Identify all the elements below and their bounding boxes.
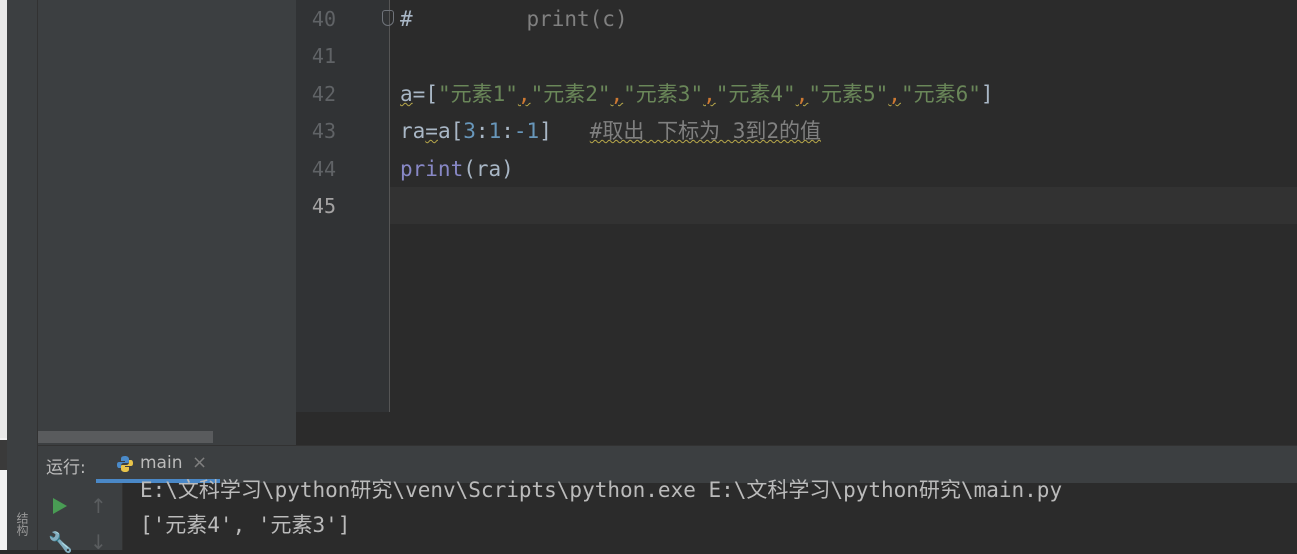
code-line-40: # print(c) bbox=[400, 7, 628, 31]
separator: , bbox=[703, 82, 716, 106]
close-bracket: ] bbox=[980, 82, 994, 106]
slice-stop: 1 bbox=[488, 119, 502, 143]
variable-a: a bbox=[400, 82, 413, 106]
slice-start: 3 bbox=[463, 119, 476, 143]
structure-tool-label[interactable]: 结构 bbox=[14, 512, 29, 536]
list-item-string: "元素3" bbox=[623, 82, 704, 106]
run-panel-label: 运行: bbox=[46, 458, 86, 478]
current-line-highlight bbox=[390, 187, 1297, 224]
editor-bottom-area bbox=[296, 412, 1297, 445]
print-args: (ra) bbox=[463, 157, 514, 181]
slice-colon: : bbox=[501, 119, 514, 143]
close-bracket: ] bbox=[539, 119, 552, 143]
variable-a: a bbox=[437, 119, 451, 143]
python-icon bbox=[117, 456, 133, 472]
close-icon[interactable]: × bbox=[192, 452, 207, 473]
slice-colon: : bbox=[475, 119, 489, 143]
separator: , bbox=[795, 82, 809, 106]
separator: , bbox=[610, 82, 624, 106]
open-bracket: [ bbox=[450, 119, 464, 143]
list-item-string: "元素2" bbox=[530, 82, 611, 106]
list-item-string: "元素5" bbox=[808, 82, 889, 106]
variable-ra: ra bbox=[400, 119, 426, 143]
project-horizontal-scrollbar[interactable] bbox=[38, 431, 213, 443]
line-number: 44 bbox=[311, 157, 336, 181]
separator: , bbox=[888, 82, 901, 106]
comment-hash: # bbox=[400, 7, 413, 31]
assign-operator: = bbox=[412, 82, 426, 106]
code-comment: #取出 下标为 3到2的值 bbox=[589, 119, 821, 143]
code-line-44: print(ra) bbox=[400, 157, 514, 181]
tool-window-bar bbox=[7, 0, 38, 550]
code-line-43: ra=a[3:1:-1] #取出 下标为 3到2的值 bbox=[400, 119, 821, 143]
slice-step: -1 bbox=[513, 119, 540, 143]
project-panel bbox=[38, 0, 296, 445]
code-line-42: a=["元素1","元素2","元素3","元素4","元素5","元素6"] bbox=[400, 82, 994, 106]
line-number: 43 bbox=[311, 119, 336, 143]
open-bracket: [ bbox=[425, 82, 438, 106]
down-arrow-icon[interactable]: ↓ bbox=[90, 530, 107, 554]
list-item-string: "元素4" bbox=[715, 82, 796, 106]
list-item-string: "元素6" bbox=[900, 82, 981, 106]
left-window-edge-mark bbox=[0, 440, 7, 470]
line-number: 42 bbox=[311, 82, 336, 106]
fold-marker-icon[interactable] bbox=[382, 10, 394, 26]
print-builtin: print bbox=[400, 157, 464, 181]
assign-operator: = bbox=[425, 119, 438, 143]
run-icon[interactable] bbox=[50, 496, 70, 516]
console-command-line: E:\文科学习\python研究\venv\Scripts\python.exe… bbox=[140, 478, 1063, 502]
wrench-icon[interactable]: 🔧 bbox=[48, 530, 73, 554]
up-arrow-icon[interactable]: ↑ bbox=[90, 494, 107, 518]
run-tab-label: main bbox=[140, 453, 183, 473]
list-item-string: "元素1" bbox=[437, 82, 518, 106]
commented-code: print(c) bbox=[412, 7, 628, 31]
line-number-current: 45 bbox=[311, 194, 336, 218]
separator: , bbox=[517, 82, 531, 106]
line-number: 40 bbox=[311, 7, 336, 31]
line-number: 41 bbox=[311, 44, 336, 68]
console-output-line: ['元素4', '元素3'] bbox=[140, 513, 351, 537]
